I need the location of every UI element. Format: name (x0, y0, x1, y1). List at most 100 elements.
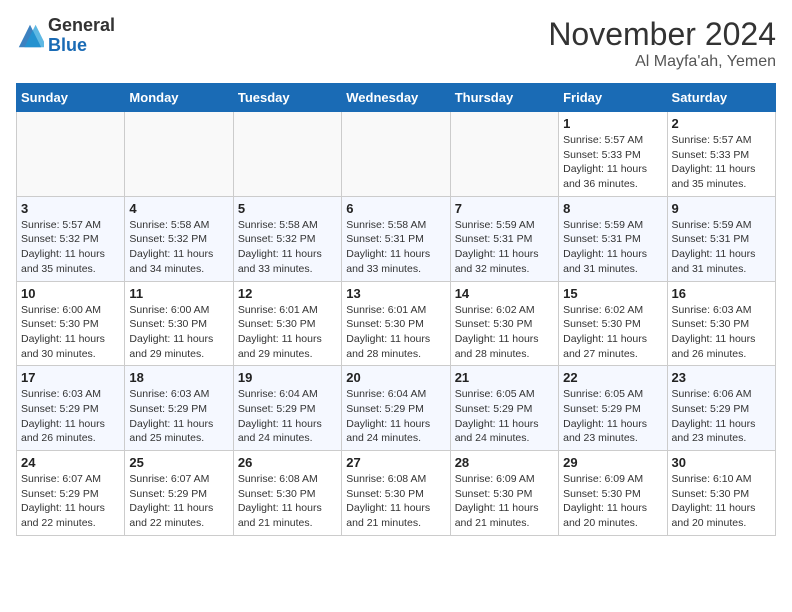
day-number: 14 (455, 286, 554, 301)
calendar-header-wednesday: Wednesday (342, 84, 450, 112)
calendar-cell (17, 112, 125, 197)
day-info: Sunrise: 6:07 AM Sunset: 5:29 PM Dayligh… (21, 472, 120, 531)
day-number: 29 (563, 455, 662, 470)
calendar-cell: 3 Sunrise: 5:57 AM Sunset: 5:32 PM Daylig… (17, 196, 125, 281)
calendar-cell: 28 Sunrise: 6:09 AM Sunset: 5:30 PM Dayli… (450, 451, 558, 536)
calendar-cell: 25 Sunrise: 6:07 AM Sunset: 5:29 PM Dayli… (125, 451, 233, 536)
calendar-cell (125, 112, 233, 197)
calendar-cell: 16Sunrise: 6:03 AM Sunset: 5:30 PM Dayli… (667, 281, 775, 366)
day-number: 4 (129, 201, 228, 216)
day-number: 12 (238, 286, 337, 301)
day-number: 21 (455, 370, 554, 385)
day-info: Sunrise: 6:03 AM Sunset: 5:29 PM Dayligh… (129, 387, 228, 446)
day-info: Sunrise: 6:03 AM Sunset: 5:29 PM Dayligh… (21, 387, 120, 446)
day-number: 30 (672, 455, 771, 470)
calendar-cell: 4 Sunrise: 5:58 AM Sunset: 5:32 PM Daylig… (125, 196, 233, 281)
calendar-header-row: SundayMondayTuesdayWednesdayThursdayFrid… (17, 84, 776, 112)
calendar-week-5: 24 Sunrise: 6:07 AM Sunset: 5:29 PM Dayli… (17, 451, 776, 536)
day-number: 18 (129, 370, 228, 385)
day-info: Sunrise: 6:07 AM Sunset: 5:29 PM Dayligh… (129, 472, 228, 531)
day-info: Sunrise: 6:01 AM Sunset: 5:30 PM Dayligh… (238, 303, 337, 362)
day-number: 24 (21, 455, 120, 470)
calendar-header-saturday: Saturday (667, 84, 775, 112)
logo-text: General Blue (48, 16, 115, 56)
day-info: Sunrise: 6:06 AM Sunset: 5:29 PM Dayligh… (672, 387, 771, 446)
day-number: 23 (672, 370, 771, 385)
day-info: Sunrise: 5:58 AM Sunset: 5:31 PM Dayligh… (346, 218, 445, 277)
calendar-cell (342, 112, 450, 197)
calendar-cell: 19 Sunrise: 6:04 AM Sunset: 5:29 PM Dayli… (233, 366, 341, 451)
calendar-header-monday: Monday (125, 84, 233, 112)
calendar-cell: 27Sunrise: 6:08 AM Sunset: 5:30 PM Dayli… (342, 451, 450, 536)
day-info: Sunrise: 6:09 AM Sunset: 5:30 PM Dayligh… (455, 472, 554, 531)
day-number: 1 (563, 116, 662, 131)
calendar-header-tuesday: Tuesday (233, 84, 341, 112)
day-info: Sunrise: 5:57 AM Sunset: 5:32 PM Dayligh… (21, 218, 120, 277)
calendar-cell: 17 Sunrise: 6:03 AM Sunset: 5:29 PM Dayli… (17, 366, 125, 451)
day-info: Sunrise: 5:57 AM Sunset: 5:33 PM Dayligh… (672, 133, 771, 192)
day-info: Sunrise: 6:02 AM Sunset: 5:30 PM Dayligh… (455, 303, 554, 362)
calendar-header-sunday: Sunday (17, 84, 125, 112)
calendar-week-4: 17 Sunrise: 6:03 AM Sunset: 5:29 PM Dayli… (17, 366, 776, 451)
day-number: 3 (21, 201, 120, 216)
day-number: 15 (563, 286, 662, 301)
day-info: Sunrise: 6:08 AM Sunset: 5:30 PM Dayligh… (238, 472, 337, 531)
day-number: 28 (455, 455, 554, 470)
day-info: Sunrise: 6:04 AM Sunset: 5:29 PM Dayligh… (346, 387, 445, 446)
calendar-cell: 20Sunrise: 6:04 AM Sunset: 5:29 PM Dayli… (342, 366, 450, 451)
day-number: 25 (129, 455, 228, 470)
calendar-cell: 6 Sunrise: 5:58 AM Sunset: 5:31 PM Daylig… (342, 196, 450, 281)
calendar-cell: 15 Sunrise: 6:02 AM Sunset: 5:30 PM Dayli… (559, 281, 667, 366)
day-number: 7 (455, 201, 554, 216)
day-number: 8 (563, 201, 662, 216)
calendar-week-3: 10 Sunrise: 6:00 AM Sunset: 5:30 PM Dayli… (17, 281, 776, 366)
day-number: 5 (238, 201, 337, 216)
calendar-cell: 23 Sunrise: 6:06 AM Sunset: 5:29 PM Dayli… (667, 366, 775, 451)
day-number: 11 (129, 286, 228, 301)
calendar-cell: 7 Sunrise: 5:59 AM Sunset: 5:31 PM Daylig… (450, 196, 558, 281)
day-number: 6 (346, 201, 445, 216)
logo-icon (16, 22, 44, 50)
calendar-cell: 1 Sunrise: 5:57 AM Sunset: 5:33 PM Daylig… (559, 112, 667, 197)
day-info: Sunrise: 6:02 AM Sunset: 5:30 PM Dayligh… (563, 303, 662, 362)
day-number: 19 (238, 370, 337, 385)
calendar-cell: 11 Sunrise: 6:00 AM Sunset: 5:30 PM Dayli… (125, 281, 233, 366)
day-number: 27 (346, 455, 445, 470)
calendar-header-thursday: Thursday (450, 84, 558, 112)
day-number: 17 (21, 370, 120, 385)
day-info: Sunrise: 5:58 AM Sunset: 5:32 PM Dayligh… (238, 218, 337, 277)
day-info: Sunrise: 6:05 AM Sunset: 5:29 PM Dayligh… (455, 387, 554, 446)
calendar-cell: 12 Sunrise: 6:01 AM Sunset: 5:30 PM Dayli… (233, 281, 341, 366)
day-number: 10 (21, 286, 120, 301)
calendar-cell: 21 Sunrise: 6:05 AM Sunset: 5:29 PM Dayli… (450, 366, 558, 451)
calendar-cell: 26Sunrise: 6:08 AM Sunset: 5:30 PM Dayli… (233, 451, 341, 536)
day-info: Sunrise: 6:10 AM Sunset: 5:30 PM Dayligh… (672, 472, 771, 531)
calendar-cell: 13 Sunrise: 6:01 AM Sunset: 5:30 PM Dayli… (342, 281, 450, 366)
calendar-week-2: 3 Sunrise: 5:57 AM Sunset: 5:32 PM Daylig… (17, 196, 776, 281)
calendar-cell: 24 Sunrise: 6:07 AM Sunset: 5:29 PM Dayli… (17, 451, 125, 536)
calendar-table: SundayMondayTuesdayWednesdayThursdayFrid… (16, 83, 776, 536)
day-info: Sunrise: 5:57 AM Sunset: 5:33 PM Dayligh… (563, 133, 662, 192)
day-info: Sunrise: 6:00 AM Sunset: 5:30 PM Dayligh… (129, 303, 228, 362)
day-number: 22 (563, 370, 662, 385)
calendar-cell: 30 Sunrise: 6:10 AM Sunset: 5:30 PM Dayli… (667, 451, 775, 536)
day-info: Sunrise: 6:00 AM Sunset: 5:30 PM Dayligh… (21, 303, 120, 362)
calendar-cell: 29Sunrise: 6:09 AM Sunset: 5:30 PM Dayli… (559, 451, 667, 536)
day-info: Sunrise: 6:01 AM Sunset: 5:30 PM Dayligh… (346, 303, 445, 362)
calendar-cell: 9Sunrise: 5:59 AM Sunset: 5:31 PM Daylig… (667, 196, 775, 281)
title-block: November 2024 Al Mayfa'ah, Yemen (548, 16, 776, 71)
calendar-cell (450, 112, 558, 197)
month-title: November 2024 (548, 16, 776, 53)
calendar-week-1: 1 Sunrise: 5:57 AM Sunset: 5:33 PM Daylig… (17, 112, 776, 197)
calendar-cell: 14 Sunrise: 6:02 AM Sunset: 5:30 PM Dayli… (450, 281, 558, 366)
day-info: Sunrise: 5:58 AM Sunset: 5:32 PM Dayligh… (129, 218, 228, 277)
calendar-cell: 2Sunrise: 5:57 AM Sunset: 5:33 PM Daylig… (667, 112, 775, 197)
calendar-header-friday: Friday (559, 84, 667, 112)
day-info: Sunrise: 5:59 AM Sunset: 5:31 PM Dayligh… (455, 218, 554, 277)
calendar-cell: 8Sunrise: 5:59 AM Sunset: 5:31 PM Daylig… (559, 196, 667, 281)
day-number: 13 (346, 286, 445, 301)
day-info: Sunrise: 6:05 AM Sunset: 5:29 PM Dayligh… (563, 387, 662, 446)
calendar-cell: 22 Sunrise: 6:05 AM Sunset: 5:29 PM Dayli… (559, 366, 667, 451)
day-info: Sunrise: 5:59 AM Sunset: 5:31 PM Dayligh… (672, 218, 771, 277)
day-info: Sunrise: 6:04 AM Sunset: 5:29 PM Dayligh… (238, 387, 337, 446)
